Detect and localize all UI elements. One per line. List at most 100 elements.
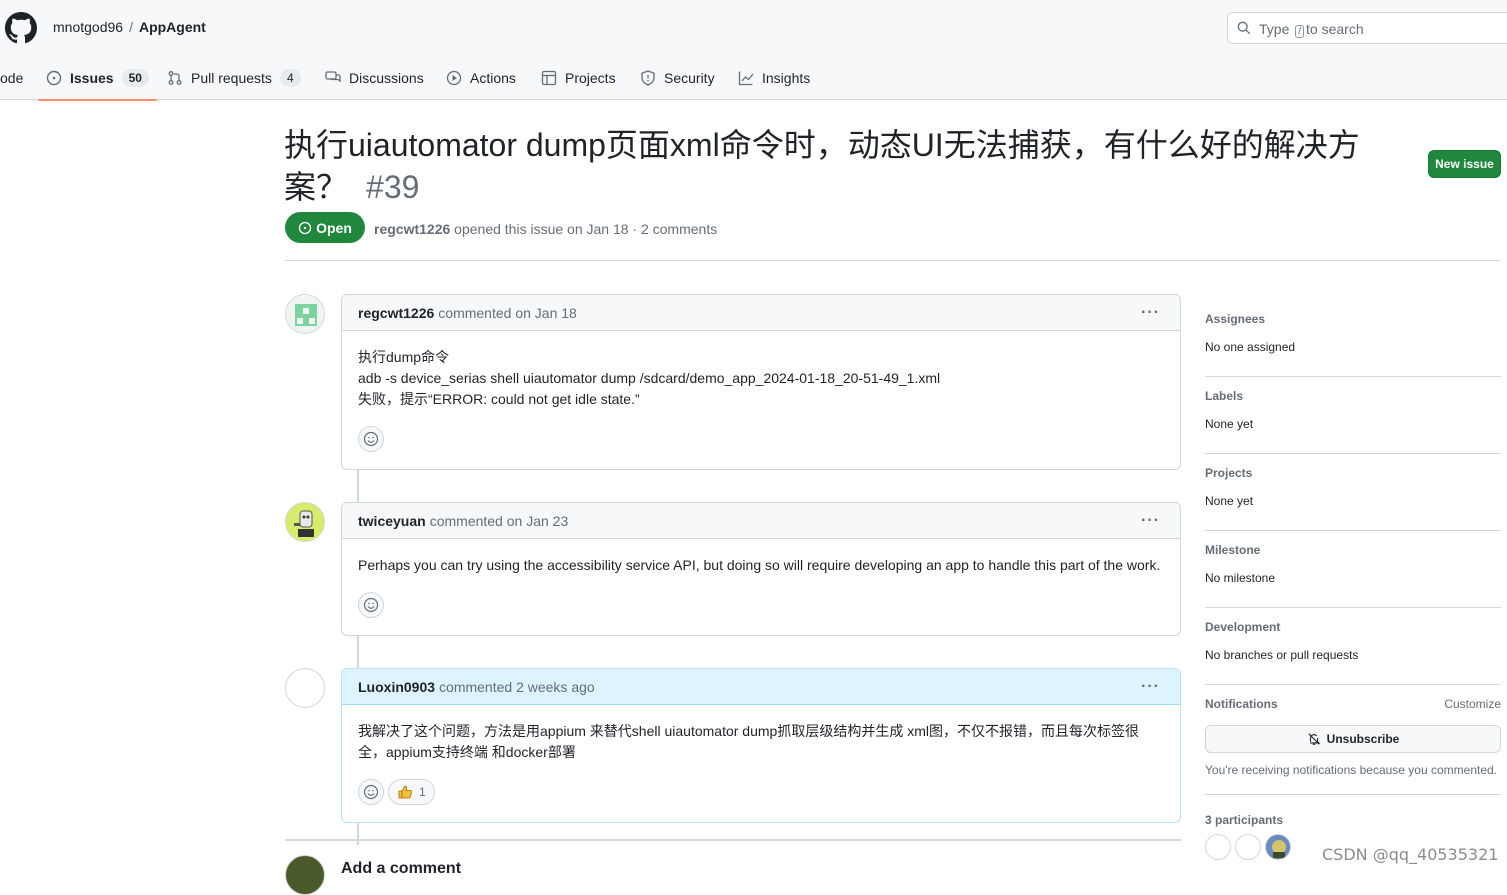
tab-label: Insights [762,70,811,86]
tab-actions[interactable]: Actions [446,56,516,100]
sidebar-title: 3 participants [1205,813,1284,827]
tab-label: Actions [470,70,516,86]
sidebar-value: None yet [1205,417,1254,431]
play-icon [446,70,462,86]
labels-section[interactable]: Labels None yet [1205,377,1501,454]
new-issue-button[interactable]: New issue [1428,150,1501,178]
comment-author-link[interactable]: Luoxin0903 [358,679,435,695]
tab-insights[interactable]: Insights [738,56,810,100]
issue-author-link[interactable]: regcwt1226 [374,221,450,237]
comment-header: twiceyuan commented on Jan 23 ··· [342,503,1180,539]
breadcrumb: mnotgod96 / AppAgent [53,19,206,35]
comment-line: 我解决了这个问题，方法是用appium 来替代shell uiautomator… [358,723,1139,760]
issue-meta: regcwt1226 opened this issue on Jan 18 ·… [374,221,717,237]
participant-avatar[interactable] [1265,834,1291,860]
avatar-identicon [286,295,324,333]
smiley-icon [363,431,379,447]
thumbs-up-icon [398,785,412,799]
tab-code[interactable]: ode [0,56,23,100]
tab-label: Pull requests [191,70,272,86]
issue-icon [46,70,62,86]
pull-requests-count-badge: 4 [279,69,301,87]
repo-link[interactable]: AppAgent [139,19,206,35]
reactions-bar [342,592,1180,634]
comment-line: Perhaps you can try using the accessibil… [358,557,1161,573]
issue-number: #39 [366,169,420,205]
comment-author-link[interactable]: twiceyuan [358,513,426,529]
participant-avatar[interactable] [1205,834,1231,860]
comment-header: regcwt1226 commented on Jan 18 ··· [342,295,1180,331]
bell-slash-icon [1308,733,1320,745]
kebab-menu-icon[interactable]: ··· [1141,304,1160,322]
kebab-menu-icon[interactable]: ··· [1141,678,1160,696]
repo-header: mnotgod96 / AppAgent Type / to search ode I… [0,0,1507,101]
comment-body: 执行dump命令 adb -s device_serias shell uiau… [342,331,1180,426]
unsubscribe-label: Unsubscribe [1326,732,1400,746]
issues-count-badge: 50 [121,69,149,87]
sidebar-value: No one assigned [1205,340,1296,354]
comment-timestamp[interactable]: commented 2 weeks ago [439,679,595,695]
comment-body: Perhaps you can try using the accessibil… [342,539,1180,592]
tab-security[interactable]: Security [640,56,715,100]
search-placeholder: Type / to search [1259,21,1364,38]
comment-card: Luoxin0903 commented 2 weeks ago ··· 我解决… [341,668,1181,823]
reactions-bar: 1 [342,779,1180,821]
sidebar-title: Labels [1205,389,1244,403]
avatar[interactable] [285,294,325,334]
issue-title-text: 执行uiautomator dump页面xml命令时，动态UI无法捕获，有什么好… [284,127,1360,205]
avatar[interactable] [285,668,325,708]
tab-pull-requests[interactable]: Pull requests 4 [167,56,301,100]
add-reaction-button[interactable] [358,779,384,805]
assignees-section[interactable]: Assignees No one assigned [1205,300,1501,377]
owner-link[interactable]: mnotgod96 [53,19,123,35]
comment-author-link[interactable]: regcwt1226 [358,305,434,321]
unsubscribe-button[interactable]: Unsubscribe [1205,725,1501,753]
search-icon [1237,21,1251,35]
tab-issues[interactable]: Issues 50 [38,56,157,101]
comment-timestamp[interactable]: commented on Jan 18 [438,305,577,321]
thumbs-up-reaction[interactable]: 1 [388,779,435,805]
smiley-icon [363,784,379,800]
github-logo-icon[interactable] [5,12,37,44]
avatar[interactable] [285,502,325,542]
comment-line: 执行dump命令 [358,349,450,365]
tab-label: Issues [70,70,114,86]
comment-card: regcwt1226 commented on Jan 18 ··· 执行dum… [341,294,1181,470]
add-reaction-button[interactable] [358,592,384,618]
tab-discussions[interactable]: Discussions [325,56,424,100]
notifications-section: Notifications Customize Unsubscribe You'… [1205,685,1501,795]
divider [285,260,1500,261]
milestone-section[interactable]: Milestone No milestone [1205,531,1501,608]
add-comment-heading: Add a comment [341,860,462,877]
comment-card: twiceyuan commented on Jan 23 ··· Perhap… [341,502,1181,636]
avatar-image [286,503,324,541]
pull-request-icon [168,71,182,85]
kebab-menu-icon[interactable]: ··· [1141,512,1160,530]
tab-label: Discussions [349,70,424,86]
comment-line: adb -s device_serias shell uiautomator d… [358,370,941,386]
search-suffix: to search [1306,21,1364,37]
search-input[interactable]: Type / to search [1227,12,1507,44]
repo-nav-tabs: ode Issues 50 Pull requests 4 Discussion… [0,56,1507,101]
tab-projects[interactable]: Projects [541,56,616,100]
add-reaction-button[interactable] [358,426,384,452]
thumbs-up-count: 1 [419,785,426,799]
tab-label: Projects [565,70,616,86]
issue-state-label: Open [316,219,352,236]
comment-timestamp[interactable]: commented on Jan 23 [430,513,569,529]
breadcrumb-separator: / [129,19,133,35]
sidebar-title: Milestone [1205,543,1261,557]
comment-header: Luoxin0903 commented 2 weeks ago ··· [342,669,1180,705]
participant-avatar[interactable] [1235,834,1261,860]
reactions-bar [342,426,1180,468]
customize-link[interactable]: Customize [1444,697,1501,711]
development-section[interactable]: Development No branches or pull requests [1205,608,1501,685]
projects-section[interactable]: Projects None yet [1205,454,1501,531]
participant-avatar-image [1266,835,1290,859]
discussion-icon [325,71,341,83]
tab-label: Security [664,70,715,86]
sidebar-value: No branches or pull requests [1205,648,1359,662]
search-shortcut-key: / [1295,25,1305,38]
issue-state-badge: Open [285,212,365,243]
current-user-avatar [285,855,325,895]
